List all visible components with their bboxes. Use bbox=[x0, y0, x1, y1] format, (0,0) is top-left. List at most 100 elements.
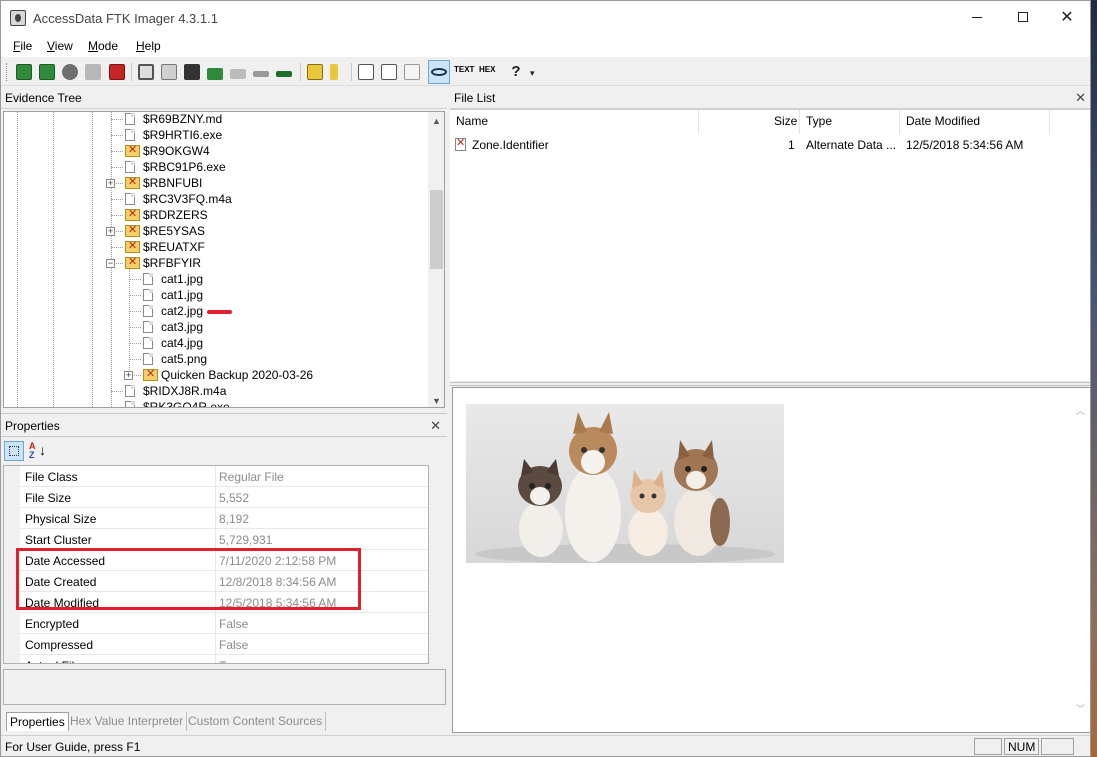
tree-connector bbox=[111, 151, 123, 152]
tree-item[interactable]: $RDRZERS bbox=[4, 207, 424, 223]
export-disk-image-icon[interactable] bbox=[161, 64, 177, 80]
tree-item[interactable]: + Quicken Backup 2020-03-26 bbox=[4, 367, 424, 383]
property-name: File Size bbox=[25, 491, 72, 505]
tree-item[interactable]: $RBC91P6.exe bbox=[4, 159, 424, 175]
tree-item[interactable]: cat4.jpg bbox=[4, 335, 424, 351]
tree-item[interactable]: cat3.jpg bbox=[4, 319, 424, 335]
expand-icon[interactable]: + bbox=[124, 371, 133, 380]
hex-view-icon[interactable]: HEX bbox=[479, 66, 495, 74]
column-divider[interactable] bbox=[899, 110, 900, 134]
sort-alphabetical-icon[interactable]: AZ bbox=[29, 442, 36, 460]
properties-scrollbar[interactable]: ▲ ▼ bbox=[428, 466, 429, 664]
tree-item-label: $RIDXJ8R.m4a bbox=[143, 384, 227, 398]
property-divider bbox=[215, 508, 216, 529]
property-row[interactable]: Encrypted False bbox=[4, 613, 428, 634]
text-view-icon[interactable]: TEXT bbox=[454, 66, 474, 74]
property-row[interactable]: File Class Regular File bbox=[4, 466, 428, 487]
properties-close-icon[interactable]: ✕ bbox=[430, 418, 441, 434]
expand-icon[interactable]: + bbox=[106, 179, 115, 188]
tree-connector bbox=[129, 295, 141, 296]
help-icon[interactable]: ? bbox=[508, 64, 524, 80]
column-header-size[interactable]: Size bbox=[774, 114, 797, 128]
obtain-protected-files-icon[interactable] bbox=[307, 64, 323, 80]
tree-item[interactable]: $RIDXJ8R.m4a bbox=[4, 383, 424, 399]
column-divider[interactable] bbox=[1049, 110, 1050, 134]
tree-item-label: $R69BZNY.md bbox=[143, 112, 223, 126]
remove-all-evidence-icon[interactable] bbox=[109, 64, 125, 80]
add-all-evidence-icon[interactable] bbox=[39, 64, 55, 80]
export-directory-listing-icon[interactable] bbox=[404, 64, 420, 80]
scroll-up-icon[interactable]: ▲ bbox=[428, 466, 429, 483]
tree-scrollbar[interactable]: ▲ ▼ bbox=[428, 112, 444, 407]
tab-custom-content-sources[interactable]: Custom Content Sources bbox=[185, 712, 327, 731]
property-row[interactable]: Compressed False bbox=[4, 634, 428, 655]
property-name: File Class bbox=[25, 470, 78, 484]
file-list-close-icon[interactable]: ✕ bbox=[1075, 90, 1086, 106]
minimize-button[interactable] bbox=[954, 1, 1000, 33]
expand-icon[interactable]: + bbox=[106, 227, 115, 236]
column-header-name[interactable]: Name bbox=[456, 114, 488, 128]
property-row[interactable]: Start Cluster 5,729,931 bbox=[4, 529, 428, 550]
export-logical-image-icon[interactable] bbox=[184, 64, 200, 80]
export-hash-list-icon[interactable] bbox=[381, 64, 397, 80]
tree-item[interactable]: $R9OKGW4 bbox=[4, 143, 424, 159]
tree-item[interactable]: $RK3GQ4R.exe bbox=[4, 399, 424, 407]
capture-memory-icon[interactable] bbox=[276, 71, 292, 77]
column-header-date-modified[interactable]: Date Modified bbox=[906, 114, 980, 128]
toolbar-grip[interactable] bbox=[6, 63, 9, 81]
collapse-icon[interactable]: − bbox=[106, 259, 115, 268]
tree-connector bbox=[129, 359, 141, 360]
tree-item[interactable]: cat5.png bbox=[4, 351, 424, 367]
add-evidence-icon[interactable] bbox=[16, 64, 32, 80]
tree-item[interactable]: cat1.jpg bbox=[4, 271, 424, 287]
tree-item[interactable]: + $RE5YSAS bbox=[4, 223, 424, 239]
toolbar-overflow-icon[interactable]: ▾ bbox=[530, 68, 546, 84]
maximize-button[interactable] bbox=[1000, 1, 1046, 33]
decrypt-ad1-icon[interactable] bbox=[253, 71, 269, 77]
export-files-icon[interactable] bbox=[358, 64, 374, 80]
pane-splitter[interactable] bbox=[450, 382, 1090, 386]
evidence-tree-title: Evidence Tree bbox=[5, 91, 82, 105]
tree-item[interactable]: $R9HRTI6.exe bbox=[4, 127, 424, 143]
column-divider[interactable] bbox=[799, 110, 800, 134]
tab-hex-value-interpreter[interactable]: Hex Value Interpreter bbox=[67, 712, 188, 731]
remove-evidence-icon[interactable] bbox=[85, 64, 101, 80]
property-row[interactable]: Actual File True bbox=[4, 655, 428, 663]
scroll-down-icon[interactable]: ▼ bbox=[428, 648, 429, 664]
menu-mode[interactable]: Mode bbox=[88, 39, 118, 53]
property-row[interactable]: Physical Size 8,192 bbox=[4, 508, 428, 529]
property-value: True bbox=[219, 659, 243, 663]
tree-item[interactable]: + $RBNFUBI bbox=[4, 175, 424, 191]
scroll-thumb[interactable] bbox=[430, 190, 443, 269]
properties-toolbar: AZ ↓ bbox=[1, 438, 447, 464]
column-header-type[interactable]: Type bbox=[806, 114, 832, 128]
tree-item[interactable]: $RC3V3FQ.m4a bbox=[4, 191, 424, 207]
create-disk-image-icon[interactable] bbox=[138, 64, 154, 80]
property-name: Encrypted bbox=[25, 617, 80, 631]
deleted-folder-icon bbox=[125, 223, 140, 237]
image-mounting-icon[interactable] bbox=[62, 64, 78, 80]
detect-efs-icon[interactable] bbox=[330, 64, 338, 80]
close-button[interactable]: ✕ bbox=[1044, 1, 1090, 33]
tree-item[interactable]: $REUATXF bbox=[4, 239, 424, 255]
scroll-up-icon[interactable]: ︿ bbox=[1072, 402, 1089, 419]
scroll-up-icon[interactable]: ▲ bbox=[428, 112, 444, 129]
scroll-down-icon[interactable]: ﹀ bbox=[1072, 700, 1089, 717]
scroll-down-icon[interactable]: ▼ bbox=[428, 392, 444, 407]
property-row[interactable]: File Size 5,552 bbox=[4, 487, 428, 508]
property-gutter bbox=[4, 508, 20, 529]
add-to-custom-content-icon[interactable] bbox=[207, 68, 223, 80]
tree-item[interactable]: $R69BZNY.md bbox=[4, 112, 424, 127]
create-custom-content-image-icon[interactable] bbox=[230, 69, 246, 79]
tree-item[interactable]: − $RFBFYIR bbox=[4, 255, 424, 271]
column-divider[interactable] bbox=[698, 110, 699, 134]
menu-help[interactable]: Help bbox=[136, 39, 161, 53]
tree-item-label: $RFBFYIR bbox=[143, 256, 202, 270]
tree-item[interactable]: cat1.jpg bbox=[4, 287, 424, 303]
tab-properties[interactable]: Properties bbox=[6, 712, 69, 731]
menu-file[interactable]: File bbox=[13, 39, 32, 53]
menu-view[interactable]: View bbox=[47, 39, 73, 53]
categorized-view-button[interactable] bbox=[4, 441, 24, 461]
property-value: 8,192 bbox=[219, 512, 250, 526]
file-icon bbox=[143, 289, 153, 301]
